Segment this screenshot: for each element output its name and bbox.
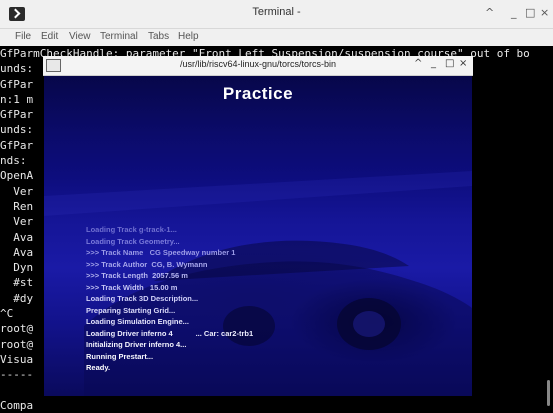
- loading-line: Running Prestart...: [86, 351, 154, 361]
- menu-edit[interactable]: Edit: [41, 31, 58, 42]
- loading-line: Ready.: [86, 363, 111, 372]
- loading-line: Loading Track Geometry...: [86, 236, 180, 246]
- terminal-line: Compa: [0, 398, 34, 412]
- loading-line: >>> Track Width 15.00 m: [86, 282, 178, 292]
- menu-file[interactable]: File: [15, 31, 31, 42]
- loading-line: >>> Track Author CG, B. Wymann: [86, 259, 208, 269]
- terminal-title: Terminal -: [252, 6, 301, 18]
- terminal-scrollbar[interactable]: [547, 380, 550, 406]
- terminal-menubar: File Edit View Terminal Tabs Help: [0, 29, 553, 46]
- menu-help[interactable]: Help: [178, 31, 199, 42]
- loading-screen: Practice Loading Track g-track-1... Loadi…: [44, 76, 472, 396]
- loading-line: >>> Track Name CG Speedway number 1: [86, 248, 236, 257]
- loading-log: Loading Track g-track-1... Loading Track …: [86, 224, 253, 374]
- loading-line: Loading Driver inferno 4 ... Car: car2-t…: [86, 328, 254, 338]
- torcs-titlebar[interactable]: /usr/lib/riscv64-linux-gnu/torcs/torcs-b…: [43, 56, 473, 76]
- torcs-window: /usr/lib/riscv64-linux-gnu/torcs/torcs-b…: [43, 56, 473, 396]
- close-button[interactable]: ×: [540, 6, 549, 19]
- loading-line: Preparing Starting Grid...: [86, 305, 176, 315]
- terminal-titlebar[interactable]: Terminal - ^ _ □ ×: [0, 0, 553, 29]
- minimize-button[interactable]: _: [511, 6, 517, 19]
- torcs-minimize-button[interactable]: _: [431, 58, 436, 69]
- loading-line: Loading Track g-track-1...: [86, 225, 177, 234]
- shade-button[interactable]: ^: [485, 6, 494, 19]
- loading-line: Loading Simulation Engine...: [86, 317, 189, 326]
- torcs-title: /usr/lib/riscv64-linux-gnu/torcs/torcs-b…: [179, 59, 337, 69]
- loading-line: Loading Track 3D Description...: [86, 294, 199, 303]
- torcs-maximize-button[interactable]: □: [445, 58, 454, 69]
- loading-line: >>> Track Length 2057.56 m: [86, 271, 188, 280]
- loading-line: Initializing Driver inferno 4...: [86, 340, 187, 349]
- torcs-close-button[interactable]: ×: [459, 58, 467, 69]
- menu-tabs[interactable]: Tabs: [148, 31, 169, 42]
- torcs-shade-button[interactable]: ^: [414, 58, 422, 69]
- maximize-button[interactable]: □: [525, 6, 535, 19]
- page-title: Practice: [222, 84, 294, 103]
- menu-view[interactable]: View: [69, 31, 91, 42]
- menu-terminal[interactable]: Terminal: [100, 31, 138, 42]
